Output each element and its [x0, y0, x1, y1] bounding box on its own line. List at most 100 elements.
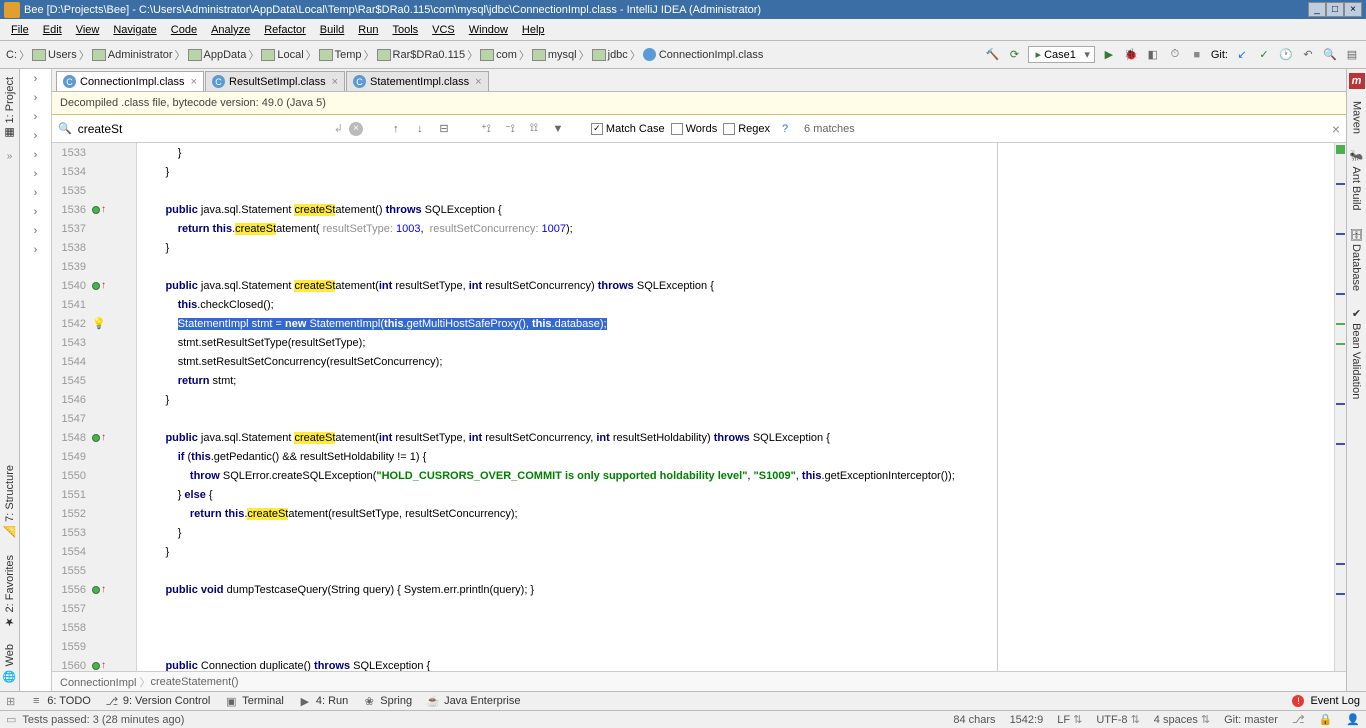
- breadcrumb-item[interactable]: C:: [6, 47, 32, 63]
- indent-setting[interactable]: 4 spaces: [1154, 713, 1210, 726]
- debug-icon[interactable]: 🐞: [1123, 47, 1139, 63]
- breadcrumb-item[interactable]: Administrator: [92, 47, 188, 63]
- menu-window[interactable]: Window: [462, 24, 515, 36]
- code-line[interactable]: throw SQLError.createSQLException("HOLD_…: [137, 466, 1334, 485]
- line-separator[interactable]: LF: [1057, 713, 1082, 726]
- tree-chevron-icon[interactable]: ›: [34, 111, 38, 123]
- profile-icon[interactable]: ⏱: [1167, 47, 1183, 63]
- file-encoding[interactable]: UTF-8: [1096, 713, 1139, 726]
- code-line[interactable]: return stmt;: [137, 371, 1334, 390]
- match-case-checkbox[interactable]: ✓Match Case: [591, 123, 665, 135]
- override-icon[interactable]: ↑: [101, 280, 106, 291]
- code-line[interactable]: stmt.setResultSetConcurrency(resultSetCo…: [137, 352, 1334, 371]
- tool-window-button[interactable]: ☕Java Enterprise: [426, 694, 520, 708]
- clear-search-button[interactable]: ×: [349, 122, 363, 136]
- code-line[interactable]: public java.sql.Statement createStatemen…: [137, 428, 1334, 447]
- code-line[interactable]: if (this.getPedantic() && resultSetHolda…: [137, 447, 1334, 466]
- tree-chevron-icon[interactable]: ›: [34, 168, 38, 180]
- code-line[interactable]: }: [137, 542, 1334, 561]
- code-line[interactable]: }: [137, 390, 1334, 409]
- menu-file[interactable]: File: [4, 24, 36, 36]
- tool-window-button[interactable]: ❀Spring: [362, 694, 412, 708]
- code-line[interactable]: return this.createStatement(resultSetTyp…: [137, 504, 1334, 523]
- code-line[interactable]: } else {: [137, 485, 1334, 504]
- add-selection-icon[interactable]: ⁺⟟: [477, 120, 495, 138]
- web-tool-tab[interactable]: 🌐 Web: [1, 636, 18, 691]
- select-all-occurrences-icon[interactable]: ⟟⟟: [525, 120, 543, 138]
- tree-chevron-icon[interactable]: ›: [34, 92, 38, 104]
- code-line[interactable]: [137, 637, 1334, 656]
- menu-view[interactable]: View: [69, 24, 107, 36]
- project-tool-tab[interactable]: ▦ 1: Project: [1, 69, 18, 148]
- next-match-button[interactable]: ↓: [411, 120, 429, 138]
- menu-run[interactable]: Run: [351, 24, 385, 36]
- breadcrumb-item[interactable]: Local: [261, 47, 318, 63]
- breakpoint-icon[interactable]: [92, 434, 100, 442]
- git-history-icon[interactable]: 🕐: [1278, 47, 1294, 63]
- structure-tool-tab[interactable]: 📐 7: Structure: [1, 457, 18, 546]
- code-line[interactable]: [137, 181, 1334, 200]
- breakpoint-icon[interactable]: [92, 206, 100, 214]
- tree-chevron-icon[interactable]: ›: [34, 187, 38, 199]
- menu-edit[interactable]: Edit: [36, 24, 69, 36]
- tree-chevron-icon[interactable]: ›: [34, 73, 38, 85]
- maximize-button[interactable]: □: [1326, 2, 1344, 17]
- close-find-button[interactable]: ×: [1332, 121, 1340, 137]
- database-tool-tab[interactable]: 🗄 Database: [1348, 219, 1365, 299]
- breadcrumb-item[interactable]: com: [480, 47, 532, 63]
- code-line[interactable]: public java.sql.Statement createStatemen…: [137, 200, 1334, 219]
- breadcrumb-item[interactable]: Users: [32, 47, 92, 63]
- run-icon[interactable]: ▶: [1101, 47, 1117, 63]
- code-line[interactable]: stmt.setResultSetType(resultSetType);: [137, 333, 1334, 352]
- override-icon[interactable]: ↑: [101, 584, 106, 595]
- tool-window-menu-icon[interactable]: ⊞: [6, 695, 15, 708]
- editor-tab[interactable]: CResultSetImpl.class×: [205, 71, 345, 91]
- breadcrumb-item[interactable]: ConnectionImpl.class: [643, 48, 764, 61]
- tree-chevron-icon[interactable]: ›: [34, 206, 38, 218]
- favorites-tool-tab[interactable]: ★ 2: Favorites: [1, 547, 18, 637]
- intention-bulb-icon[interactable]: 💡: [92, 317, 106, 330]
- regex-checkbox[interactable]: Regex: [723, 123, 770, 135]
- run-config-selector[interactable]: ▸ Case1: [1028, 46, 1094, 63]
- code-line[interactable]: [137, 409, 1334, 428]
- code-line[interactable]: return this.createStatement( resultSetTy…: [137, 219, 1334, 238]
- maven-tool-tab[interactable]: Maven: [1349, 93, 1365, 142]
- select-all-button[interactable]: ⊟: [435, 120, 453, 138]
- editor-tab[interactable]: CStatementImpl.class×: [346, 71, 488, 91]
- breadcrumb-item[interactable]: Rar$DRa0.115: [377, 47, 481, 63]
- ide-settings-icon[interactable]: ▤: [1344, 47, 1360, 63]
- code-line[interactable]: [137, 561, 1334, 580]
- close-tab-icon[interactable]: ×: [475, 76, 481, 88]
- tool-window-button[interactable]: ▶4: Run: [298, 694, 348, 708]
- minimize-button[interactable]: _: [1308, 2, 1326, 17]
- menu-navigate[interactable]: Navigate: [106, 24, 163, 36]
- nav-crumb-item[interactable]: ConnectionImpl: [60, 674, 151, 690]
- ant-tool-tab[interactable]: 🐜 Ant Build: [1348, 142, 1365, 219]
- menu-help[interactable]: Help: [515, 24, 552, 36]
- code-line[interactable]: }: [137, 523, 1334, 542]
- event-log-button[interactable]: Event Log: [1310, 695, 1360, 707]
- code-line[interactable]: this.checkClosed();: [137, 295, 1334, 314]
- tree-chevron-icon[interactable]: ›: [34, 244, 38, 256]
- stop-icon[interactable]: ■: [1189, 47, 1205, 63]
- menu-vcs[interactable]: VCS: [425, 24, 462, 36]
- regex-help-icon[interactable]: ?: [776, 120, 794, 138]
- code-line[interactable]: public Connection duplicate() throws SQL…: [137, 656, 1334, 671]
- override-icon[interactable]: ↑: [101, 660, 106, 671]
- breakpoint-icon[interactable]: [92, 586, 100, 594]
- code-line[interactable]: [137, 257, 1334, 276]
- menu-analyze[interactable]: Analyze: [204, 24, 257, 36]
- tool-window-button[interactable]: ⎇9: Version Control: [105, 694, 210, 708]
- inspector-icon[interactable]: 👤: [1346, 713, 1360, 726]
- menu-code[interactable]: Code: [164, 24, 204, 36]
- words-checkbox[interactable]: Words: [671, 123, 718, 135]
- code-content[interactable]: } } public java.sql.Statement createStat…: [137, 143, 1334, 671]
- tool-window-button[interactable]: ▣Terminal: [224, 694, 284, 708]
- breadcrumb-item[interactable]: AppData: [188, 47, 262, 63]
- readonly-lock-icon[interactable]: 🔒: [1319, 713, 1333, 726]
- breadcrumb-item[interactable]: jdbc: [592, 47, 643, 63]
- code-line[interactable]: public void dumpTestcaseQuery(String que…: [137, 580, 1334, 599]
- code-editor[interactable]: 1533153415351536↑1537153815391540↑154115…: [52, 143, 1346, 671]
- marker-strip[interactable]: [1334, 143, 1346, 671]
- editor-tab[interactable]: CConnectionImpl.class×: [56, 71, 204, 91]
